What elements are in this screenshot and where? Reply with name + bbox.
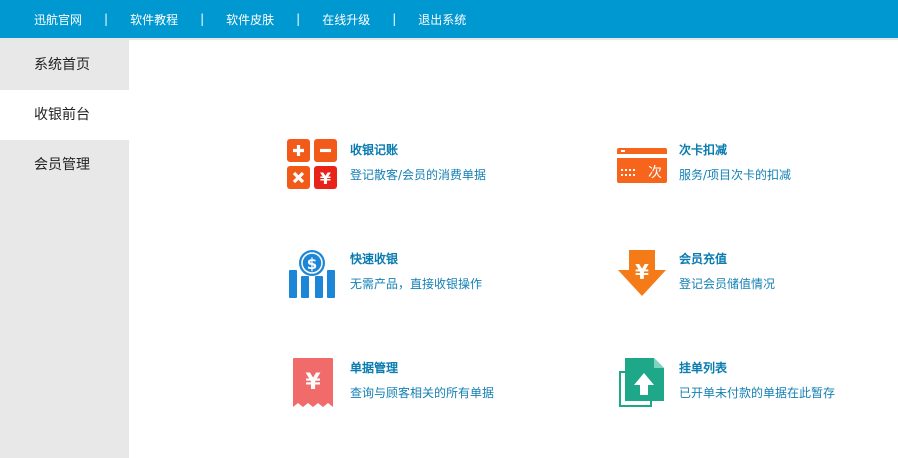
svg-text:¥: ¥ [305,370,321,395]
card-cashier-record[interactable]: ¥ 收银记账 登记散客/会员的消费单据 [287,139,587,195]
nav-link-online-upgrade[interactable]: 在线升级 [322,11,370,28]
yen-receipt-icon: ¥ [287,357,339,409]
nav-separator: | [200,12,205,26]
dollar-chart-icon: $ [287,248,339,300]
svg-text:次: 次 [648,165,662,181]
sidebar-item-home[interactable]: 系统首页 [0,40,129,90]
card-description: 服务/项目次卡的扣减 [679,168,792,182]
nav-separator: | [104,12,109,26]
card-title: 快速收银 [350,252,399,266]
svg-text:¥: ¥ [320,169,331,188]
nav-link-tutorial[interactable]: 软件教程 [130,11,178,28]
calculator-icon: ¥ [287,139,339,191]
upload-document-icon [616,357,668,409]
card-title: 会员充值 [679,252,728,266]
card-title: 收银记账 [350,143,399,157]
card-description: 查询与顾客相关的所有单据 [350,386,495,400]
yen-arrow-down-icon: ¥ [616,248,668,300]
top-nav-bar: 迅航官网 | 软件教程 | 软件皮肤 | 在线升级 | 退出系统 [0,0,898,38]
nav-link-exit-system[interactable]: 退出系统 [418,11,466,28]
card-description: 登记散客/会员的消费单据 [350,168,487,182]
card-quick-cashier[interactable]: $ 快速收银 无需产品，直接收银操作 [287,248,587,304]
card-description: 已开单未付款的单据在此暂存 [679,386,836,400]
main-content: ¥ 收银记账 登记散客/会员的消费单据 次 次卡扣减 服务/项目次卡的扣减 $ … [129,40,898,458]
card-pending-orders[interactable]: 挂单列表 已开单未付款的单据在此暂存 [616,357,898,413]
sidebar-item-cashier-front[interactable]: 收银前台 [0,90,129,140]
card-title: 次卡扣减 [679,143,728,157]
card-title: 挂单列表 [679,361,728,375]
card-description: 登记会员储值情况 [679,277,776,291]
card-count-card-deduction[interactable]: 次 次卡扣减 服务/项目次卡的扣减 [616,139,898,195]
nav-link-skins[interactable]: 软件皮肤 [226,11,274,28]
card-member-recharge[interactable]: ¥ 会员充值 登记会员储值情况 [616,248,898,304]
nav-separator: | [296,12,301,26]
sidebar: 系统首页 收银前台 会员管理 [0,40,129,458]
card-description: 无需产品，直接收银操作 [350,277,483,291]
svg-text:¥: ¥ [635,260,649,284]
card-title: 单据管理 [350,361,399,375]
nav-separator: | [392,12,397,26]
count-card-icon: 次 [616,139,668,191]
sidebar-item-member-management[interactable]: 会员管理 [0,140,129,190]
svg-text:$: $ [307,255,317,273]
card-receipt-management[interactable]: ¥ 单据管理 查询与顾客相关的所有单据 [287,357,587,413]
nav-link-official-site[interactable]: 迅航官网 [34,11,82,28]
